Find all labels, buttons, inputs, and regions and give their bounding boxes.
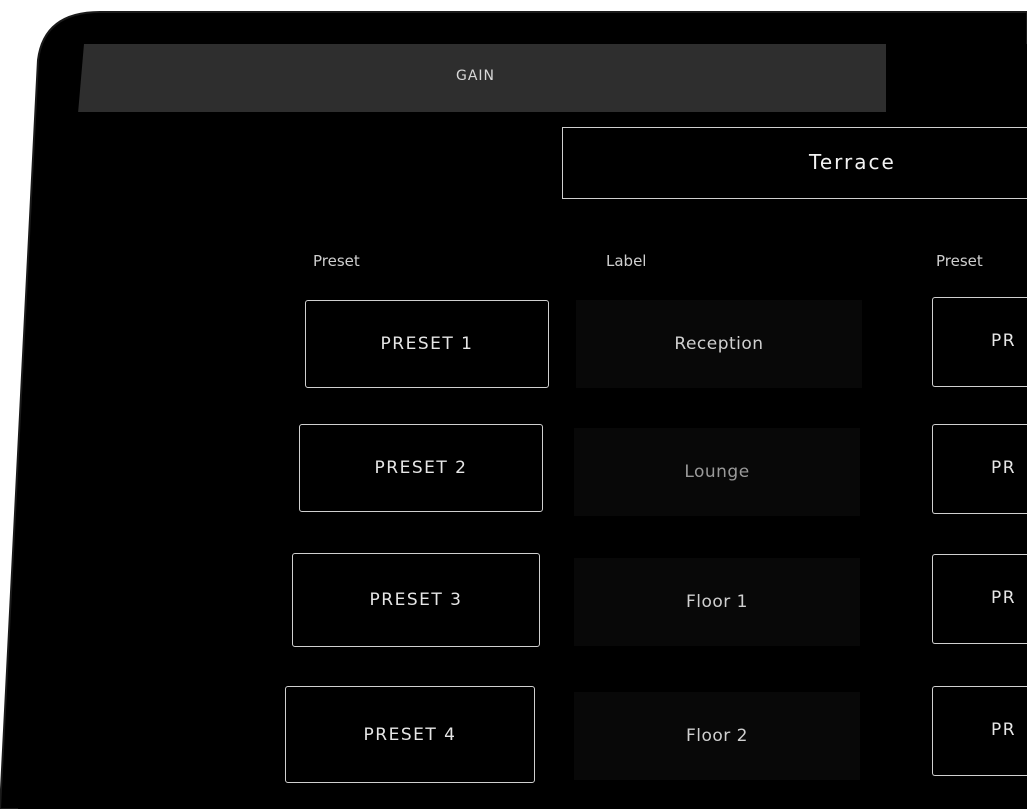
preset-4-button[interactable]: PRESET 4 bbox=[285, 686, 535, 783]
preset-4-name: Floor 2 bbox=[574, 692, 860, 780]
column-header-label: Label bbox=[606, 252, 647, 270]
preset-4-label: PRESET 4 bbox=[363, 724, 457, 745]
app-stage: GAIN Terrace Preset Label Preset PRESET … bbox=[0, 0, 1027, 809]
tab-gain[interactable]: GAIN bbox=[18, 44, 886, 112]
right-preset-4-label: PR bbox=[991, 720, 1017, 740]
preset-2-button[interactable]: PRESET 2 bbox=[299, 424, 543, 512]
preset-2-label: PRESET 2 bbox=[374, 458, 468, 478]
right-preset-2-button[interactable]: PR bbox=[932, 424, 1027, 514]
right-preset-2-label: PR bbox=[991, 458, 1017, 478]
right-preset-3-label: PR bbox=[991, 588, 1017, 608]
column-header-preset-right: Preset bbox=[936, 252, 983, 270]
preset-3-label: PRESET 3 bbox=[369, 590, 463, 610]
preset-3-name: Floor 1 bbox=[574, 558, 860, 646]
right-preset-1-button[interactable]: PR bbox=[932, 297, 1027, 387]
room-name-field[interactable]: Terrace bbox=[562, 127, 1027, 199]
tab-gain-label: GAIN bbox=[456, 68, 496, 84]
right-preset-4-button[interactable]: PR bbox=[932, 686, 1027, 776]
column-header-preset: Preset bbox=[313, 252, 360, 270]
touch-panel-screen: GAIN Terrace Preset Label Preset PRESET … bbox=[18, 44, 1027, 809]
preset-3-button[interactable]: PRESET 3 bbox=[292, 553, 540, 647]
right-preset-3-button[interactable]: PR bbox=[932, 554, 1027, 644]
room-name: Terrace bbox=[809, 150, 896, 174]
preset-1-name: Reception bbox=[576, 300, 862, 388]
preset-1-button[interactable]: PRESET 1 bbox=[305, 300, 549, 388]
right-preset-1-label: PR bbox=[991, 331, 1017, 351]
preset-1-label: PRESET 1 bbox=[380, 334, 474, 354]
tab-active[interactable] bbox=[886, 44, 1027, 112]
preset-2-name: Lounge bbox=[574, 428, 860, 516]
